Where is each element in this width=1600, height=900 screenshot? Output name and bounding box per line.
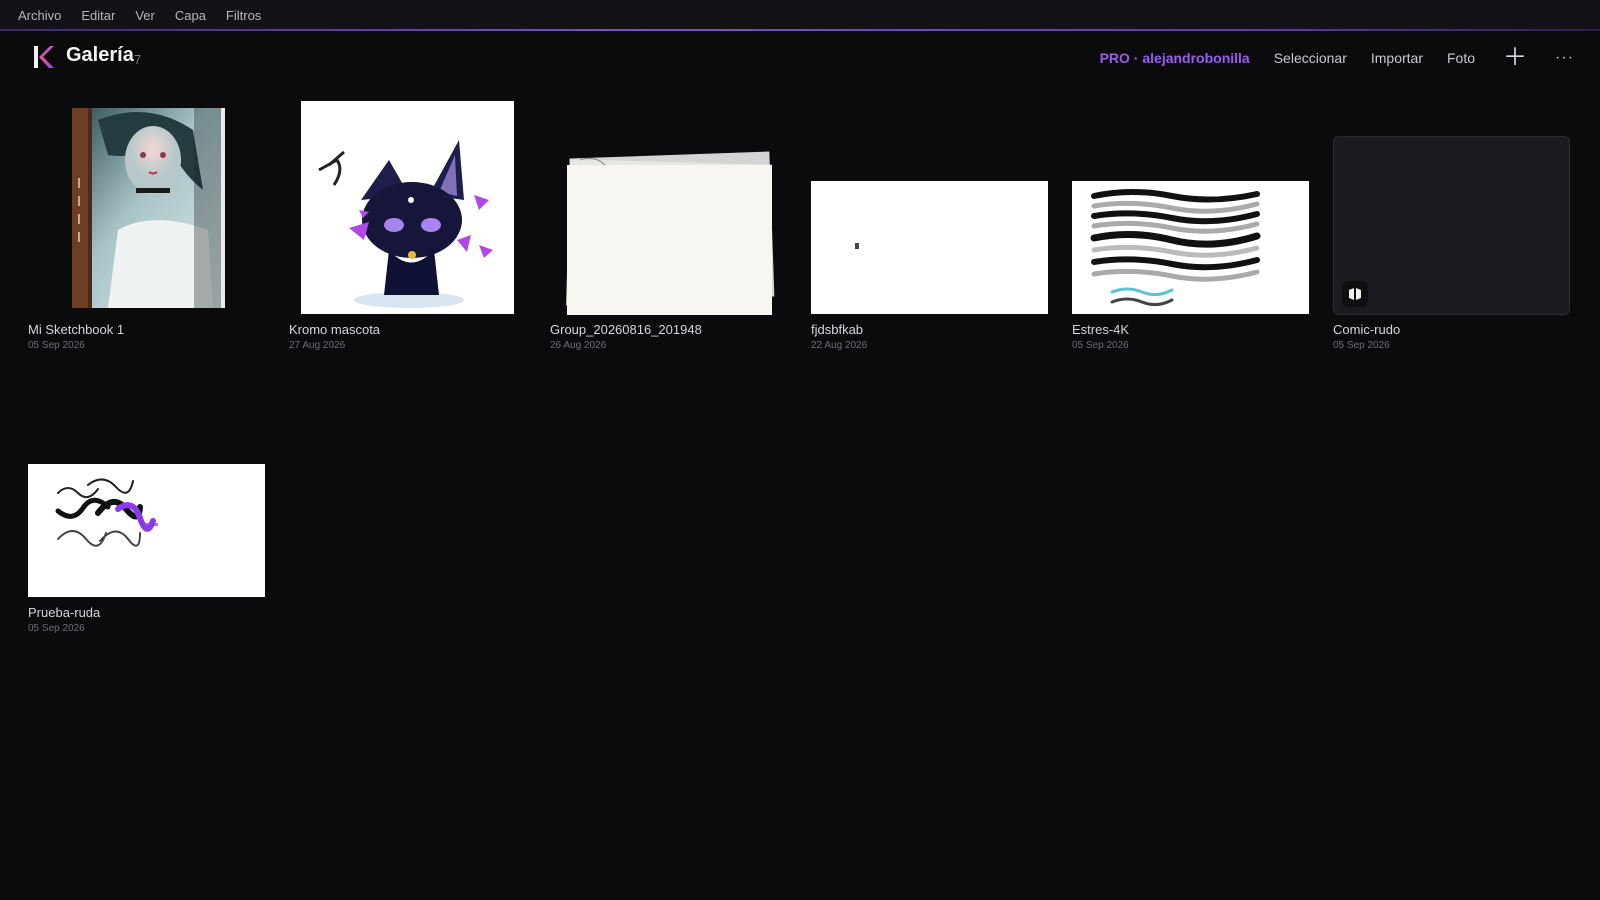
item-title: Prueba-ruda	[28, 605, 101, 620]
item-count: 7	[134, 52, 142, 67]
item-date: 05 Sep 2026	[28, 340, 85, 351]
menu-filtros[interactable]: Filtros	[226, 8, 261, 23]
page-title: Galería	[66, 44, 134, 66]
item-title: fjdsbfkab	[811, 322, 864, 337]
stack-thumbnail	[566, 151, 775, 315]
menu-archivo[interactable]: Archivo	[18, 8, 61, 23]
gallery-item-prueba[interactable]: Prueba-ruda 05 Sep 2026	[28, 383, 265, 643]
ellipsis-icon[interactable]: ···	[1555, 49, 1574, 67]
item-title: Comic-rudo	[1333, 322, 1401, 337]
item-date: 05 Sep 2026	[1333, 340, 1390, 351]
menu-editar[interactable]: Editar	[81, 8, 115, 23]
kromo-thumbnail	[301, 101, 514, 314]
item-date: 27 Aug 2026	[289, 340, 346, 351]
sketchbook-thumbnail	[72, 108, 225, 308]
item-date: 22 Aug 2026	[811, 340, 868, 351]
gallery-item-sketchbook[interactable]: Mi Sketchbook 1 05 Sep 2026	[28, 100, 265, 360]
prueba-thumbnail	[28, 464, 265, 597]
gallery-item-comic[interactable]: Comic-rudo 05 Sep 2026	[1333, 100, 1570, 360]
item-date: 05 Sep 2026	[28, 623, 85, 634]
import-button[interactable]: Importar	[1371, 50, 1423, 66]
item-title: Kromo mascota	[289, 322, 381, 337]
pro-account-link[interactable]: PRO · alejandrobonilla	[1100, 50, 1250, 66]
fjdsbfkab-thumbnail	[811, 181, 1048, 314]
comic-thumbnail	[1333, 136, 1570, 315]
item-title: Mi Sketchbook 1	[28, 322, 125, 337]
plus-icon[interactable]: ＋	[1503, 46, 1527, 70]
gallery-item-group[interactable]: Group_20260816_201948 26 Aug 2026	[550, 100, 787, 360]
menu-ver[interactable]: Ver	[135, 8, 155, 23]
photo-button[interactable]: Foto	[1447, 50, 1475, 66]
item-date: 05 Sep 2026	[1072, 340, 1129, 351]
estres-thumbnail	[1072, 181, 1309, 314]
gallery-item-kromo[interactable]: Kromo mascota 27 Aug 2026	[289, 100, 526, 360]
gallery-item-fjdsbfkab[interactable]: fjdsbfkab 22 Aug 2026	[811, 100, 1048, 360]
item-title: Estres-4K	[1072, 322, 1130, 337]
gallery-header: Galería 7 PRO · alejandrobonilla Selecci…	[0, 31, 1600, 85]
menu-bar: Archivo Editar Ver Capa Filtros	[0, 0, 1600, 30]
header-actions: PRO · alejandrobonilla Seleccionar Impor…	[1076, 31, 1574, 85]
app-logo-icon	[34, 46, 54, 68]
select-button[interactable]: Seleccionar	[1274, 50, 1347, 66]
item-date: 26 Aug 2026	[550, 340, 607, 351]
menu-capa[interactable]: Capa	[175, 8, 206, 23]
item-title: Group_20260816_201948	[550, 322, 702, 337]
gallery-item-estres[interactable]: Estres-4K 05 Sep 2026	[1072, 100, 1309, 360]
comic-badge-icon	[1342, 281, 1368, 307]
